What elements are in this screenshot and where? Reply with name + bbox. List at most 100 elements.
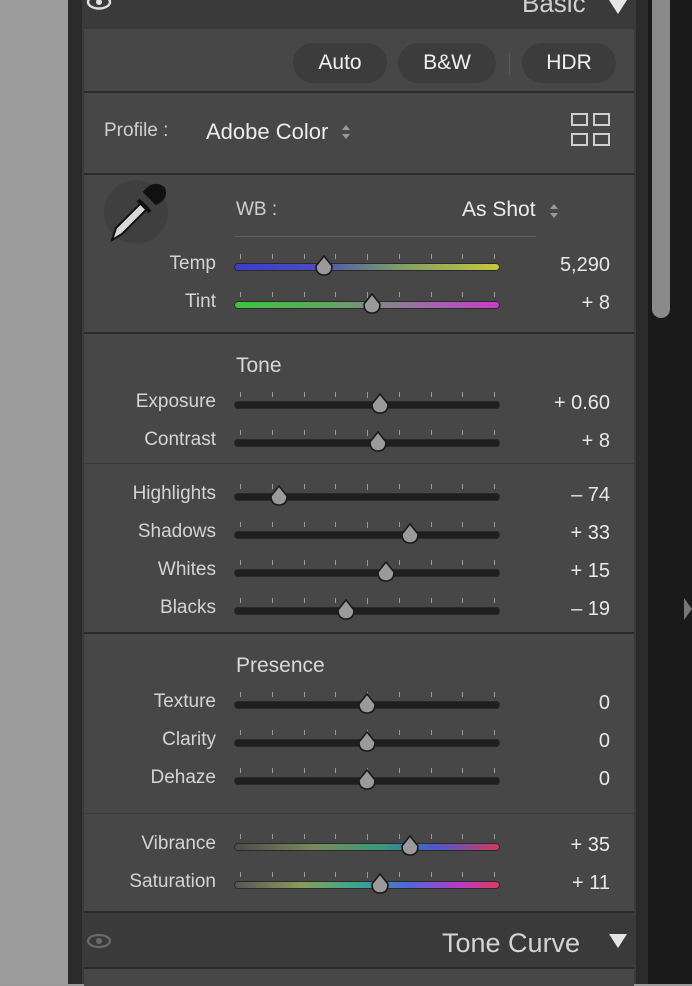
vibrance-value[interactable]: + 35 <box>490 834 610 857</box>
tick-mark <box>430 598 432 603</box>
tone-curve-header[interactable]: Tone Curve <box>82 913 636 967</box>
profile-dropdown[interactable]: Adobe Color <box>204 117 364 147</box>
shadows-slider[interactable] <box>234 531 500 539</box>
tick-mark <box>430 430 432 435</box>
blacks-label: Blacks <box>160 597 216 618</box>
auto-button[interactable]: Auto <box>293 43 387 83</box>
eyedropper-button[interactable] <box>104 180 168 244</box>
saturation-slider-thumb[interactable] <box>369 873 391 895</box>
eye-icon[interactable] <box>86 933 112 949</box>
shadows-slider-thumb[interactable] <box>399 523 421 545</box>
subdivider <box>84 813 634 814</box>
tick-mark <box>271 392 273 397</box>
tick-mark <box>398 692 400 697</box>
contrast-slider-thumb[interactable] <box>367 431 389 453</box>
hdr-button[interactable]: HDR <box>522 43 616 83</box>
texture-slider-thumb[interactable] <box>356 693 378 715</box>
tick-mark <box>398 254 400 259</box>
tick-mark <box>462 730 464 735</box>
clarity-slider-thumb[interactable] <box>356 731 378 753</box>
tint-slider-thumb[interactable] <box>361 293 383 315</box>
scrollbar-thumb[interactable] <box>652 0 670 318</box>
tick-mark <box>335 430 337 435</box>
exposure-value[interactable]: + 0.60 <box>490 392 610 415</box>
dehaze-slider-thumb[interactable] <box>356 769 378 791</box>
tick-mark <box>430 692 432 697</box>
tick-mark <box>462 872 464 877</box>
highlights-value[interactable]: – 74 <box>490 484 610 507</box>
vibrance-label: Vibrance <box>141 833 216 854</box>
tick-mark <box>367 522 368 528</box>
tick-mark <box>303 872 305 877</box>
tick-mark <box>430 392 432 397</box>
vibrance-ticks <box>240 834 495 840</box>
tick-mark <box>240 522 241 527</box>
basic-header[interactable]: Basic <box>82 0 636 24</box>
temp-slider[interactable] <box>234 263 500 271</box>
exposure-slider[interactable] <box>234 401 500 409</box>
tick-mark <box>271 292 273 297</box>
presence-title: Presence <box>236 654 325 677</box>
tick-mark <box>335 768 337 773</box>
right-edge <box>674 0 692 984</box>
tick-mark <box>335 522 337 527</box>
triangle-down-icon[interactable] <box>609 0 627 14</box>
tick-mark <box>271 834 273 839</box>
exposure-slider-thumb[interactable] <box>369 393 391 415</box>
tick-mark <box>303 254 305 259</box>
clarity-value[interactable]: 0 <box>490 730 610 753</box>
blacks-value[interactable]: – 19 <box>490 598 610 621</box>
blacks-slider[interactable] <box>234 607 500 615</box>
tick-mark <box>398 484 400 489</box>
tick-mark <box>367 392 368 398</box>
whites-label: Whites <box>157 559 216 580</box>
tick-mark <box>430 292 432 297</box>
temp-value[interactable]: 5,290 <box>490 254 610 277</box>
expand-arrow-icon[interactable] <box>684 598 692 620</box>
tick-mark <box>367 872 368 878</box>
tick-mark <box>462 834 464 839</box>
whites-slider-thumb[interactable] <box>375 561 397 583</box>
wb-value: As Shot <box>462 198 536 221</box>
tick-mark <box>430 484 432 489</box>
vibrance-slider-thumb[interactable] <box>399 835 421 857</box>
tint-label: Tint <box>185 291 216 312</box>
tick-mark <box>462 598 464 603</box>
highlights-slider-thumb[interactable] <box>268 485 290 507</box>
shadows-value[interactable]: + 33 <box>490 522 610 545</box>
tick-mark <box>430 768 432 773</box>
tick-mark <box>271 692 273 697</box>
eye-icon[interactable] <box>86 0 112 10</box>
temp-slider-thumb[interactable] <box>313 255 335 277</box>
saturation-slider[interactable] <box>234 881 500 889</box>
tick-mark <box>398 598 400 603</box>
exposure-ticks <box>240 392 495 398</box>
tick-mark <box>367 484 368 490</box>
whites-value[interactable]: + 15 <box>490 560 610 583</box>
subdivider <box>84 463 634 464</box>
saturation-label: Saturation <box>129 871 216 892</box>
exposure-label: Exposure <box>135 391 216 412</box>
tick-mark <box>430 872 432 877</box>
wb-dropdown[interactable]: As Shot <box>460 196 570 226</box>
tick-mark <box>335 560 337 565</box>
tint-value[interactable]: + 8 <box>490 292 610 315</box>
profile-label: Profile : <box>104 120 169 141</box>
contrast-value[interactable]: + 8 <box>490 430 610 453</box>
texture-value[interactable]: 0 <box>490 692 610 715</box>
tick-mark <box>398 292 400 297</box>
tick-mark <box>335 484 337 489</box>
dehaze-value[interactable]: 0 <box>490 768 610 791</box>
tick-mark <box>303 484 305 489</box>
profile-grid-icon[interactable] <box>571 113 611 147</box>
texture-label: Texture <box>153 691 216 712</box>
triangle-down-icon[interactable] <box>609 934 627 948</box>
vibrance-slider[interactable] <box>234 843 500 851</box>
saturation-value[interactable]: + 11 <box>490 872 610 895</box>
tick-mark <box>240 872 241 877</box>
tick-mark <box>462 560 464 565</box>
temp-label: Temp <box>169 253 216 274</box>
bw-button[interactable]: B&W <box>398 43 496 83</box>
blacks-slider-thumb[interactable] <box>335 599 357 621</box>
whites-slider[interactable] <box>234 569 500 577</box>
